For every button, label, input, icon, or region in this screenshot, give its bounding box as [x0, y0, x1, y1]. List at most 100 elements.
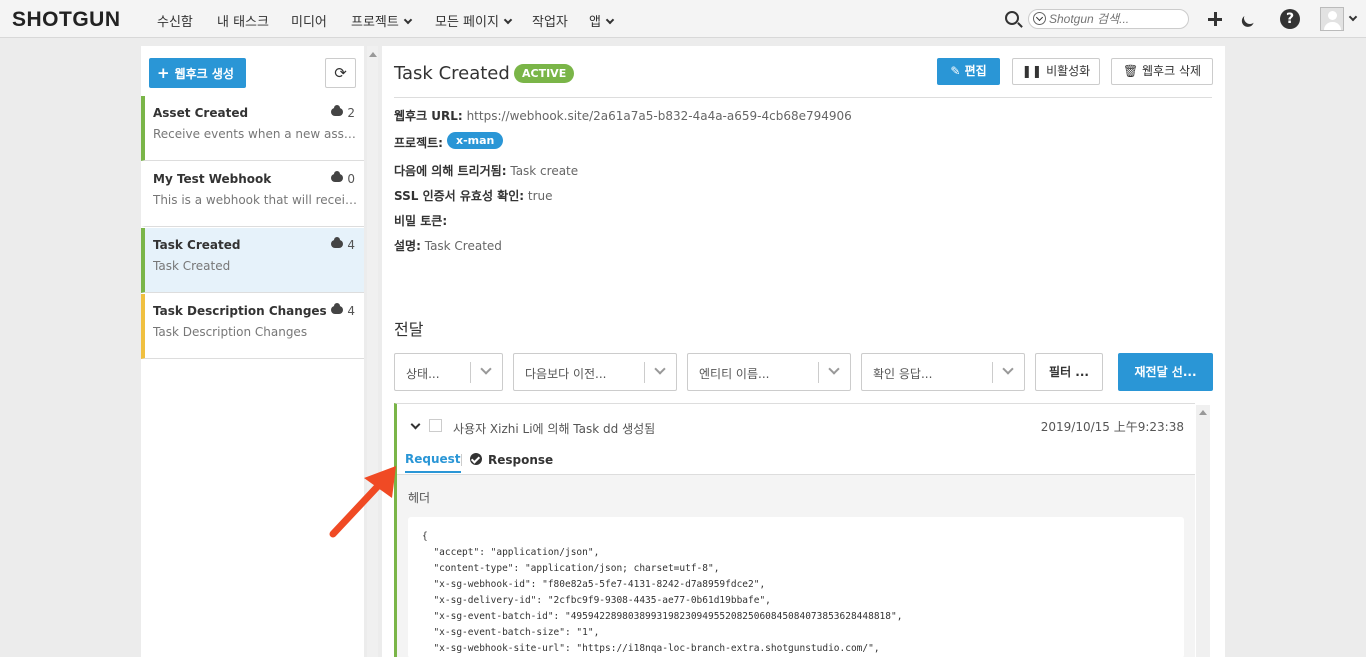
project-tag[interactable]: x-man [446, 132, 504, 149]
cloud-icon [331, 105, 344, 116]
nav-media[interactable]: 미디어 [291, 11, 327, 30]
request-body: 헤더 { "accept": "application/json", "cont… [397, 475, 1195, 657]
delivery-count: 2 [331, 105, 355, 120]
nav-inbox[interactable]: 수신함 [157, 11, 193, 30]
delivery-count: 4 [331, 303, 355, 318]
tab-request[interactable]: Request [405, 452, 461, 473]
scroll-up-icon[interactable] [369, 52, 377, 57]
description-row: 설명: Task Created [394, 237, 502, 254]
chevron-down-icon [654, 363, 666, 375]
field-label: 프로젝트: [394, 136, 443, 150]
webhook-list-item[interactable]: Asset Created 2 Receive events when a ne… [141, 96, 364, 161]
scroll-up-icon[interactable] [1199, 410, 1207, 415]
count-value: 4 [347, 238, 355, 252]
chevron-down-icon [480, 363, 492, 375]
sidebar-scrollbar[interactable] [367, 46, 378, 657]
webhook-title: Task Description Changes [153, 304, 327, 318]
status-badge: ACTIVE [514, 64, 575, 83]
delete-webhook-button[interactable]: 🗑 웹후크 삭제 [1111, 58, 1213, 85]
edit-button[interactable]: ✎ 편집 [937, 58, 1000, 85]
code-line: "accept": "application/json", [422, 547, 600, 558]
count-value: 2 [347, 106, 355, 120]
avatar[interactable] [1320, 7, 1344, 31]
create-webhook-button[interactable]: + 웹후크 생성 [149, 58, 246, 88]
webhook-description: Receive events when a new asset is creat… [153, 127, 358, 141]
divider [992, 362, 993, 383]
status-filter[interactable]: 상태... [394, 353, 503, 391]
code-line: "x-sg-webhook-site-url": "https://i18nqa… [422, 643, 880, 654]
help-icon[interactable]: ? [1280, 9, 1300, 29]
filter-label: 엔티티 이름... [699, 367, 770, 381]
cloud-icon [331, 171, 344, 182]
create-webhook-label: 웹후크 생성 [174, 67, 234, 81]
webhook-list-item-selected[interactable]: Task Created 4 Task Created [141, 228, 364, 293]
filter-label: 다음보다 이전... [525, 367, 607, 381]
ack-filter[interactable]: 확인 응답... [861, 353, 1025, 391]
delivery-count: 4 [331, 237, 355, 252]
search-scope-dropdown-icon[interactable] [1033, 12, 1046, 25]
secret-token-row: 비밀 토큰: [394, 212, 447, 229]
plus-icon[interactable] [1208, 12, 1222, 26]
count-value: 0 [347, 172, 355, 186]
filter-label: 확인 응답... [873, 367, 933, 381]
search-input[interactable] [1049, 11, 1185, 27]
webhook-list-item[interactable]: My Test Webhook 0 This is a webhook that… [141, 162, 364, 227]
cloud-icon [331, 237, 344, 248]
count-value: 4 [347, 304, 355, 318]
delivery-scrollbar[interactable] [1196, 405, 1210, 657]
webhook-list-panel: + 웹후크 생성 ⟳ Asset Created 2 Receive events… [141, 46, 364, 657]
headers-code-block: { "accept": "application/json", "content… [408, 517, 1184, 657]
divider [470, 362, 471, 383]
webhook-title: Task Created [153, 238, 241, 252]
divider [644, 362, 645, 383]
search-field[interactable] [1028, 9, 1189, 29]
chevron-down-icon[interactable] [410, 419, 421, 430]
redeliver-selected-button[interactable]: 재전달 선... [1118, 353, 1213, 391]
headers-label: 헤더 [408, 491, 431, 505]
field-label: 다음에 의해 트리거됨: [394, 164, 507, 178]
webhook-title: Asset Created [153, 106, 249, 120]
field-label: 비밀 토큰: [394, 214, 448, 228]
filter-label: 상태... [406, 367, 440, 381]
deactivate-button[interactable]: ❚❚ 비활성화 [1012, 58, 1100, 85]
divider [818, 362, 819, 383]
search-icon[interactable] [1005, 11, 1019, 25]
filter-button[interactable]: 필터 ... [1035, 353, 1103, 391]
divider [394, 97, 1212, 98]
webhook-description: This is a webhook that will receive even… [153, 193, 358, 207]
refresh-icon: ⟳ [334, 64, 347, 82]
webhook-list-item[interactable]: Task Description Changes 4 Task Descript… [141, 294, 364, 359]
nav-my-tasks[interactable]: 내 태스크 [217, 11, 269, 30]
delete-label: 웹후크 삭제 [1142, 64, 1202, 78]
delivery-item: 사용자 Xizhi Li에 의해 Task dd 생성됨 2019/10/15 … [394, 403, 1195, 657]
deliveries-title: 전달 [394, 320, 424, 339]
code-line: "x-sg-webhook-id": "f80e82a5-5fe7-4131-8… [422, 579, 766, 590]
chevron-down-icon [1002, 363, 1014, 375]
tab-response[interactable]: Response [470, 452, 553, 467]
code-line: "x-sg-event-batch-size": "1", [422, 627, 600, 638]
chevron-down-icon[interactable] [1348, 12, 1358, 22]
check-circle-icon [470, 453, 482, 465]
delivery-count: 0 [331, 171, 355, 186]
refresh-button[interactable]: ⟳ [325, 58, 356, 88]
entity-name-filter[interactable]: 엔티티 이름... [687, 353, 851, 391]
before-date-filter[interactable]: 다음보다 이전... [513, 353, 677, 391]
webhook-description: Task Description Changes [153, 325, 308, 339]
delivery-checkbox[interactable] [429, 419, 442, 432]
nav-people[interactable]: 작업자 [532, 11, 568, 30]
nav-apps[interactable]: 앱 [589, 11, 615, 30]
pencil-icon: ✎ [950, 64, 965, 78]
field-label: 웹후크 URL: [394, 109, 463, 123]
divider [461, 454, 462, 466]
moon-icon[interactable] [1242, 10, 1257, 25]
ssl-value: true [527, 189, 553, 203]
shotgun-logo[interactable]: SHOTGUN [12, 8, 121, 32]
webhook-url-row: 웹후크 URL: https://webhook.site/2a61a7a5-b… [394, 107, 852, 124]
top-navbar: SHOTGUN 수신함 내 태스크 미디어 프로젝트 모든 페이지 작업자 앱 … [0, 0, 1366, 38]
page-title: Task Created [394, 63, 510, 84]
nav-all-pages-label: 모든 페이지 [435, 15, 499, 30]
chevron-down-icon [503, 15, 513, 25]
nav-all-pages[interactable]: 모든 페이지 [435, 11, 513, 30]
nav-projects[interactable]: 프로젝트 [351, 11, 413, 30]
webhook-title: My Test Webhook [153, 172, 272, 186]
